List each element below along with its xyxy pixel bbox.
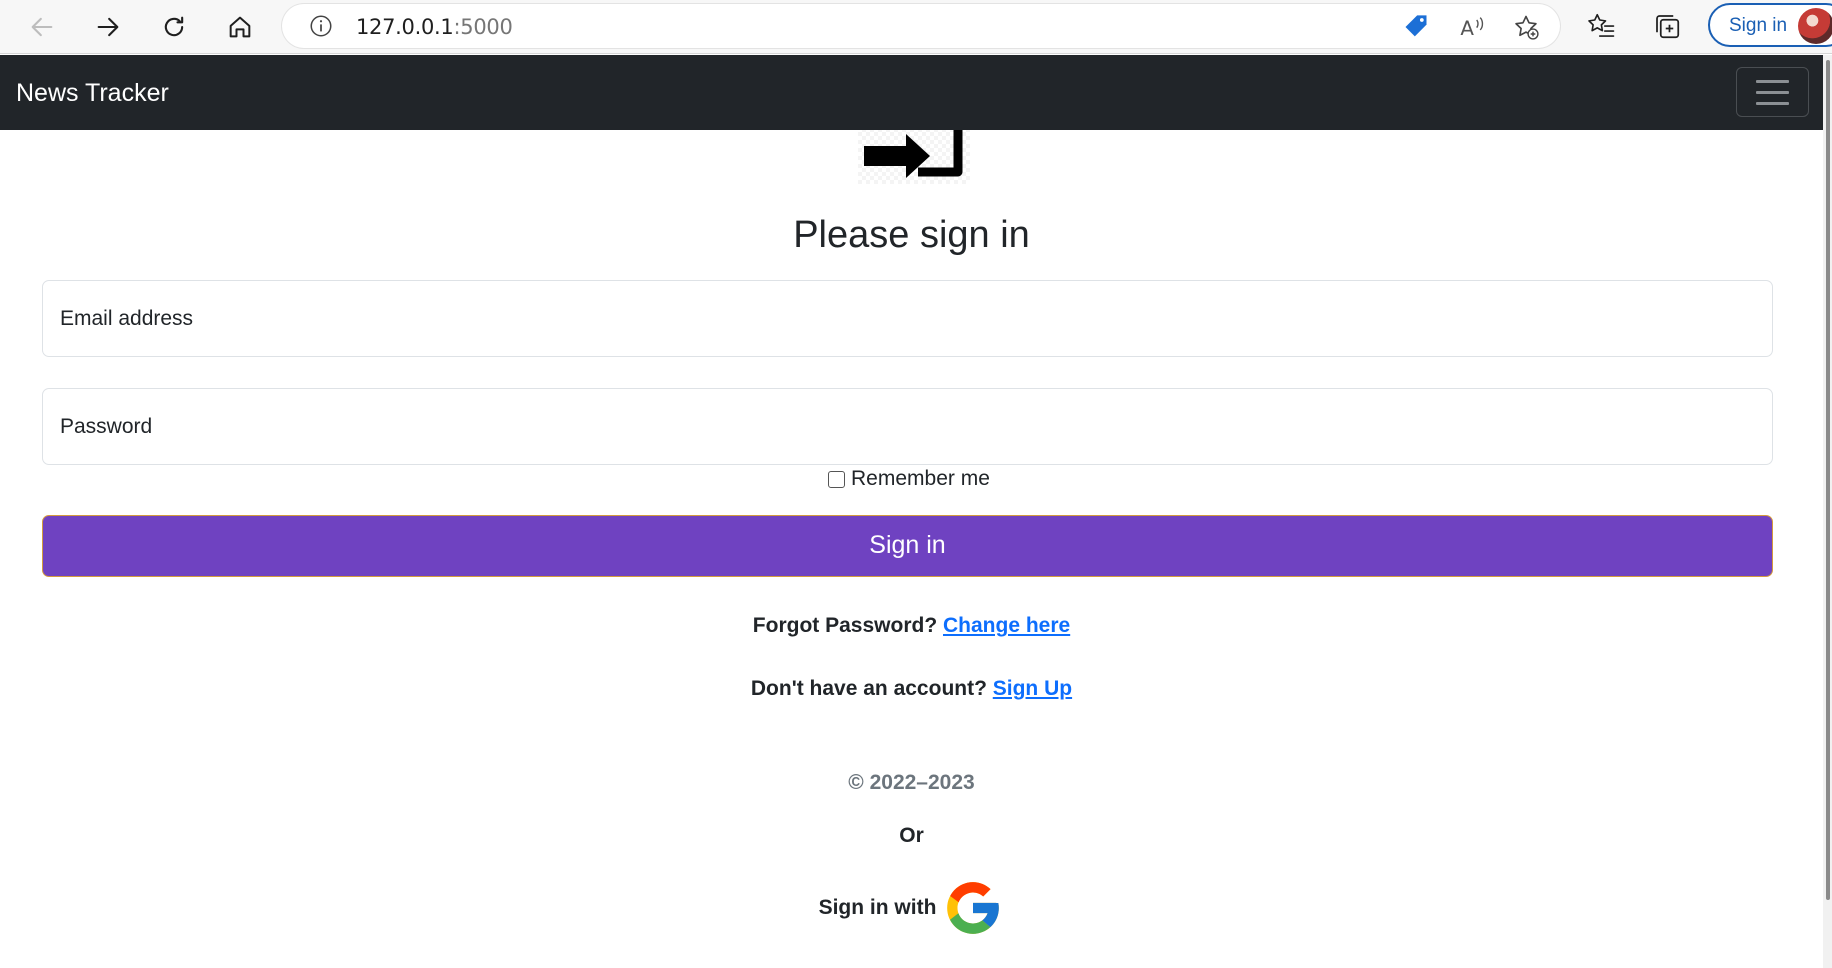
signup-row: Don't have an account? Sign Up — [0, 677, 1823, 701]
navbar-toggle-button[interactable] — [1736, 67, 1809, 117]
url-port: :5000 — [453, 15, 513, 39]
address-bar[interactable]: 127.0.0.1:5000 A — [282, 4, 1560, 48]
or-divider: Or — [899, 824, 924, 847]
copyright: © 2022–2023 — [848, 771, 975, 794]
price-tag-icon[interactable] — [1402, 13, 1430, 41]
sign-up-link[interactable]: Sign Up — [993, 677, 1072, 700]
sign-in-page: Please sign in Email address Password Re… — [0, 130, 1823, 968]
forgot-password-row: Forgot Password? Change here — [0, 614, 1823, 638]
browser-sign-in-button[interactable]: Sign in — [1708, 3, 1832, 47]
browser-toolbar: 127.0.0.1:5000 A Sign in — [0, 0, 1832, 54]
browser-sign-in-label: Sign in — [1729, 15, 1788, 36]
password-field-label: Password — [60, 415, 153, 438]
google-sign-in: Sign in with — [0, 877, 1823, 939]
scrollbar-thumb[interactable] — [1826, 60, 1830, 900]
home-button[interactable] — [222, 9, 258, 45]
address-url: 127.0.0.1:5000 — [356, 15, 513, 39]
email-field-label: Email address — [60, 307, 194, 330]
favorites-icon[interactable] — [1586, 11, 1616, 41]
hamburger-icon-bar-2 — [1756, 91, 1789, 94]
forward-button[interactable] — [90, 9, 126, 45]
google-sign-in-label: Sign in with — [818, 896, 937, 919]
add-favorite-icon[interactable] — [1512, 13, 1540, 41]
refresh-button[interactable] — [156, 9, 192, 45]
sign-in-button[interactable]: Sign in — [42, 515, 1773, 577]
info-icon[interactable] — [308, 13, 334, 39]
back-icon — [31, 17, 53, 37]
back-button[interactable] — [24, 9, 60, 45]
svg-text:A: A — [1460, 17, 1474, 40]
signup-text: Don't have an account? — [750, 677, 987, 700]
home-icon — [229, 16, 251, 38]
page-title: Please sign in — [793, 214, 1030, 256]
remember-me: Remember me — [828, 467, 990, 491]
remember-me-label[interactable]: Remember me — [851, 467, 990, 491]
read-aloud-icon[interactable]: A — [1458, 13, 1486, 41]
hamburger-icon-bar-3 — [1756, 102, 1789, 105]
hamburger-icon-bar-1 — [1756, 80, 1789, 83]
app-navbar: News Tracker — [0, 55, 1823, 130]
refresh-icon — [164, 16, 184, 37]
login-icon — [864, 130, 963, 178]
remember-me-checkbox[interactable] — [828, 470, 845, 488]
change-password-link[interactable]: Change here — [943, 614, 1070, 637]
collections-icon[interactable] — [1652, 11, 1682, 41]
avatar — [1798, 8, 1832, 44]
url-host: 127.0.0.1 — [356, 15, 454, 39]
forward-icon — [97, 17, 119, 37]
email-field[interactable]: Email address — [42, 280, 1773, 357]
navbar-brand[interactable]: News Tracker — [16, 79, 169, 108]
forgot-password-text: Forgot Password? — [752, 614, 938, 637]
password-field[interactable]: Password — [42, 388, 1773, 465]
google-icon[interactable] — [942, 877, 1004, 939]
